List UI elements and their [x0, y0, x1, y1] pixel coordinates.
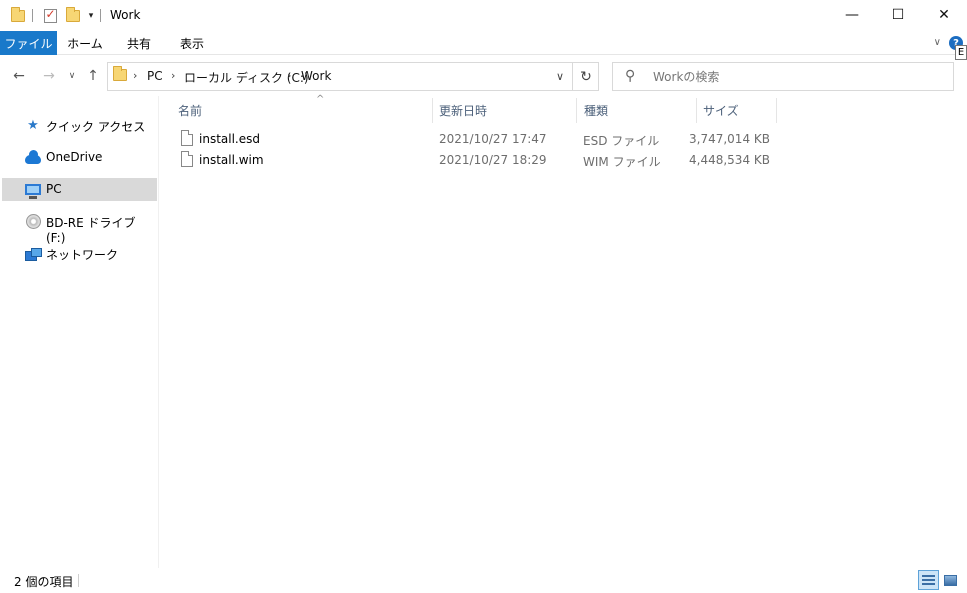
- file-modified: 2021/10/27 17:47: [439, 132, 547, 146]
- up-button[interactable]: ↑: [84, 66, 102, 86]
- cloud-icon: [24, 150, 42, 166]
- sidebar-item-label: BD-RE ドライブ (F:): [46, 216, 136, 245]
- file-size: 3,747,014 KB: [689, 132, 770, 146]
- search-icon: ⚲: [625, 68, 636, 84]
- file-icon: [181, 151, 193, 167]
- status-bar: 2 個の項目: [0, 568, 967, 593]
- column-header-name[interactable]: 名前 ^: [178, 94, 432, 124]
- refresh-button[interactable]: ↻: [572, 63, 599, 90]
- breadcrumb-work[interactable]: Work: [301, 69, 331, 83]
- sidebar-item-quick-access[interactable]: ★ クイック アクセス: [2, 114, 157, 137]
- breadcrumb-separator[interactable]: ›: [171, 69, 175, 82]
- sidebar-item-pc[interactable]: PC: [2, 178, 157, 201]
- tab-view[interactable]: 表示: [169, 31, 215, 55]
- minimize-button[interactable]: —: [829, 0, 875, 30]
- file-type: ESD ファイル: [583, 134, 660, 148]
- ribbon-tabs: ファイル ホーム 共有 表示 ∨ ? E: [0, 31, 967, 60]
- large-icons-view-button[interactable]: [940, 570, 961, 590]
- search-input[interactable]: [653, 67, 943, 87]
- forward-button[interactable]: →: [40, 66, 58, 86]
- file-size: 4,448,534 KB: [689, 153, 770, 167]
- back-button[interactable]: ←: [10, 66, 28, 86]
- window-title: Work: [110, 8, 141, 22]
- address-bar[interactable]: › PC › ローカル ディスク (C:) › Work ∨ ↻: [107, 62, 599, 91]
- details-view-button[interactable]: [918, 570, 939, 590]
- file-modified: 2021/10/27 18:29: [439, 153, 547, 167]
- folder-icon: [113, 66, 127, 81]
- tab-home[interactable]: ホーム: [62, 31, 108, 55]
- ribbon-expand-chevron-icon[interactable]: ∨: [934, 37, 941, 48]
- sidebar-item-bd-re-drive[interactable]: BD-RE ドライブ (F:): [2, 210, 157, 245]
- item-count: 2 個の項目: [14, 575, 74, 589]
- recent-locations-dropdown[interactable]: ∨: [66, 66, 78, 86]
- column-divider[interactable]: [432, 98, 433, 123]
- column-divider[interactable]: [696, 98, 697, 123]
- large-icons-view-icon: [944, 574, 957, 586]
- network-icon: [24, 246, 42, 262]
- title-bar: ▾ Work — ☐ ✕: [0, 0, 967, 31]
- file-icon: [181, 130, 193, 146]
- address-bar-row: ← → ∨ ↑ › PC › ローカル ディスク (C:) › Work ∨ ↻…: [0, 56, 967, 96]
- sidebar-item-label: OneDrive: [46, 150, 103, 164]
- sidebar-item-network[interactable]: ネットワーク: [2, 242, 157, 265]
- file-name: install.wim: [199, 153, 264, 167]
- close-button[interactable]: ✕: [921, 0, 967, 30]
- table-row[interactable]: install.wim 2021/10/27 18:29 WIM ファイル 4,…: [178, 150, 778, 171]
- sidebar-item-label: ネットワーク: [46, 248, 119, 262]
- file-name: install.esd: [199, 132, 260, 146]
- properties-icon[interactable]: [41, 7, 59, 25]
- column-header-size[interactable]: サイズ: [703, 96, 776, 124]
- column-header-type[interactable]: 種類: [584, 96, 696, 124]
- new-folder-icon[interactable]: [64, 7, 82, 25]
- breadcrumb-pc[interactable]: PC: [147, 69, 163, 83]
- details-view-icon: [922, 574, 935, 586]
- column-divider[interactable]: [776, 98, 777, 123]
- file-type: WIM ファイル: [583, 155, 661, 169]
- pc-icon: [24, 182, 42, 199]
- divider: [100, 9, 101, 22]
- disc-icon: [24, 214, 42, 230]
- tab-file[interactable]: ファイル: [0, 31, 57, 55]
- tab-share[interactable]: 共有: [116, 31, 162, 55]
- sidebar-item-onedrive[interactable]: OneDrive: [2, 146, 157, 169]
- column-divider[interactable]: [576, 98, 577, 123]
- address-dropdown-button[interactable]: ∨: [548, 63, 572, 90]
- sidebar-item-label: クイック アクセス: [46, 120, 146, 134]
- search-box[interactable]: ⚲: [612, 62, 954, 91]
- file-list: 名前 ^ 更新日時 種類 サイズ install.esd 2021/10/27 …: [160, 94, 967, 568]
- breadcrumb-separator[interactable]: ›: [133, 69, 137, 82]
- table-row[interactable]: install.esd 2021/10/27 17:47 ESD ファイル 3,…: [178, 129, 778, 150]
- sidebar-item-label: PC: [46, 182, 62, 196]
- star-icon: ★: [27, 118, 39, 133]
- customize-quick-access-dropdown[interactable]: ▾: [85, 7, 97, 25]
- column-header-modified[interactable]: 更新日時: [439, 96, 576, 124]
- navigation-pane: ★ クイック アクセス OneDrive PC BD-RE ドライブ (F:) …: [0, 96, 159, 568]
- breadcrumb-separator[interactable]: ›: [287, 69, 291, 82]
- divider: [78, 574, 79, 587]
- maximize-button[interactable]: ☐: [875, 0, 921, 30]
- divider: [32, 9, 33, 22]
- sort-ascending-icon: ^: [316, 94, 325, 105]
- folder-icon: [10, 7, 26, 25]
